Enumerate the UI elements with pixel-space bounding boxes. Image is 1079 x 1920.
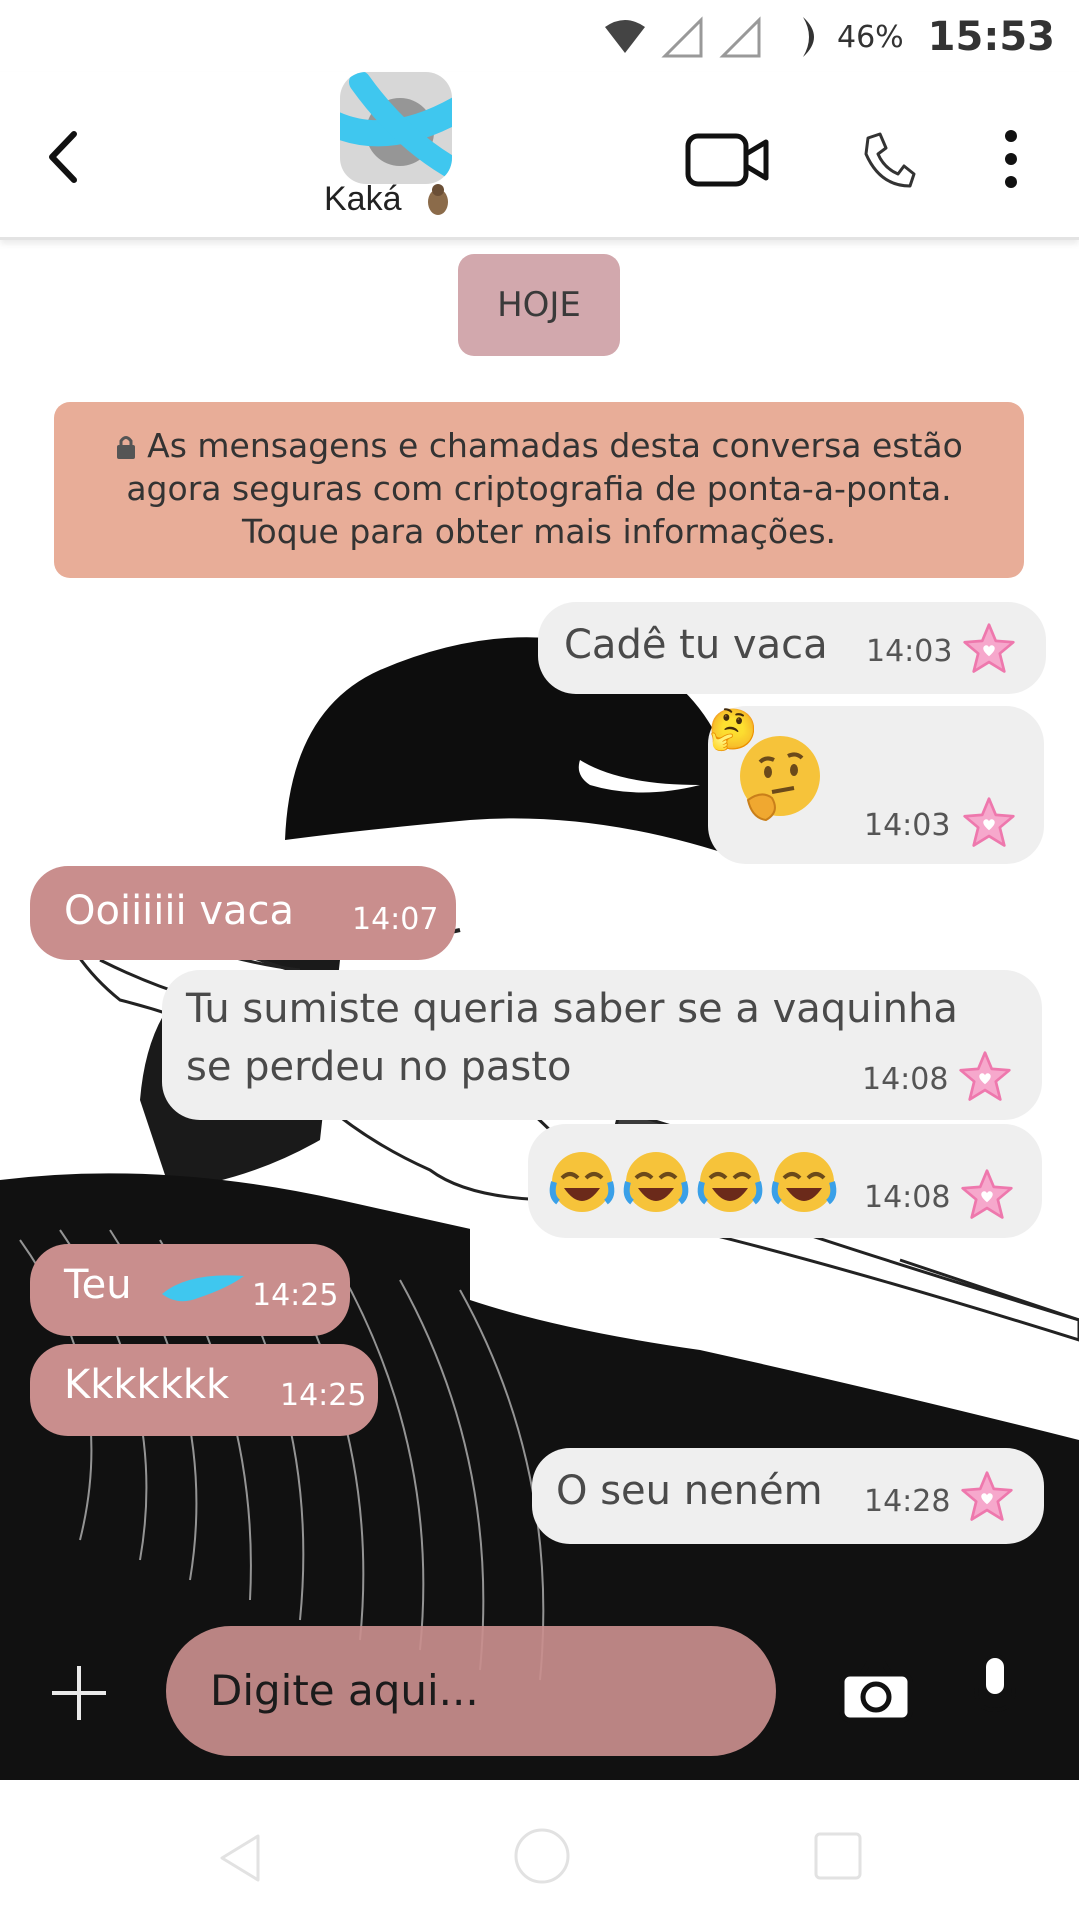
thinking-face-emoji-icon [740, 736, 820, 822]
add-attachment-icon[interactable] [48, 1662, 110, 1724]
read-status-star-icon [958, 1050, 1012, 1104]
read-status-star-icon [962, 796, 1016, 850]
message-time: 14:03 [866, 634, 953, 669]
back-arrow-icon[interactable] [38, 122, 88, 192]
message-text: Ooiiiiii vaca [64, 888, 295, 934]
message-bubble-incoming[interactable]: Kkkkkkk 14:25 [30, 1344, 378, 1436]
bird-emoji-icon [428, 184, 448, 215]
message-time: 14:08 [862, 1062, 949, 1097]
message-bubble-incoming[interactable]: Teu 14:25 [30, 1244, 350, 1336]
camera-icon[interactable] [838, 1660, 914, 1724]
message-bubble-outgoing[interactable]: Tu sumiste queria saber se a vaquinha se… [162, 970, 1042, 1120]
encryption-notice[interactable]: As mensagens e chamadas desta conversa e… [54, 402, 1024, 578]
microphone-icon[interactable] [972, 1652, 1018, 1732]
moon-icon [802, 17, 814, 57]
message-time: 14:28 [864, 1484, 951, 1519]
lock-icon [117, 436, 136, 459]
status-bar: 46% 15:53 [0, 0, 1079, 72]
message-input[interactable] [210, 1652, 740, 1728]
clock: 15:53 [927, 14, 1055, 60]
redaction-scribble [162, 1275, 244, 1302]
read-status-star-icon [960, 1470, 1014, 1524]
nav-back-icon[interactable] [212, 1830, 268, 1886]
message-text: Kkkkkkk [64, 1362, 230, 1408]
message-input-container[interactable] [166, 1626, 776, 1756]
message-text: Cadê tu vaca [564, 622, 828, 668]
encryption-notice-line1: As mensagens e chamadas desta conversa e… [54, 424, 1024, 467]
message-text-line2: se perdeu no pasto [186, 1044, 572, 1090]
date-chip: HOJE [458, 254, 620, 356]
chat-area[interactable]: HOJE As mensagens e chamadas desta conve… [0, 240, 1079, 1780]
system-nav-bar [0, 1780, 1079, 1920]
read-status-star-icon [960, 1168, 1014, 1222]
avatar[interactable] [340, 72, 452, 184]
signal-icon [661, 16, 703, 58]
message-text: O seu neném [556, 1468, 823, 1514]
message-bubble-outgoing[interactable]: Cadê tu vaca 14:03 [538, 602, 1046, 694]
wifi-icon [604, 20, 645, 53]
signal-icon-secondary [719, 16, 761, 58]
more-options-icon[interactable] [996, 126, 1026, 192]
message-bubble-outgoing[interactable]: O seu neném 14:28 [532, 1448, 1044, 1544]
message-text: Teu [64, 1262, 132, 1308]
message-time: 14:03 [864, 808, 951, 843]
message-bubble-outgoing[interactable]: 🤔 14:03 [708, 706, 1044, 864]
laughing-emoji-row-icon [549, 1152, 837, 1212]
read-status-star-icon [962, 622, 1016, 676]
message-time: 14:07 [352, 902, 439, 937]
contact-name[interactable]: Kaká [324, 180, 402, 219]
phone-icon[interactable] [860, 130, 916, 190]
message-time: 14:25 [252, 1278, 339, 1313]
message-bubble-incoming[interactable]: Ooiiiiii vaca 14:07 [30, 866, 456, 960]
encryption-notice-line3: Toque para obter mais informações. [241, 512, 837, 551]
video-call-icon[interactable] [684, 130, 770, 190]
nav-recent-apps-icon[interactable] [812, 1830, 864, 1882]
message-time: 14:25 [280, 1378, 367, 1413]
message-text-line1: Tu sumiste queria saber se a vaquinha [186, 986, 958, 1032]
chat-header: Kaká [0, 72, 1079, 240]
nav-home-icon[interactable] [512, 1826, 572, 1886]
message-bubble-outgoing[interactable]: 14:08 [528, 1124, 1042, 1238]
scribble-overlay [340, 72, 452, 181]
encryption-notice-line2: agora seguras com criptografia de ponta-… [126, 469, 952, 508]
battery-level: 46% [836, 19, 904, 55]
message-time: 14:08 [864, 1180, 951, 1215]
